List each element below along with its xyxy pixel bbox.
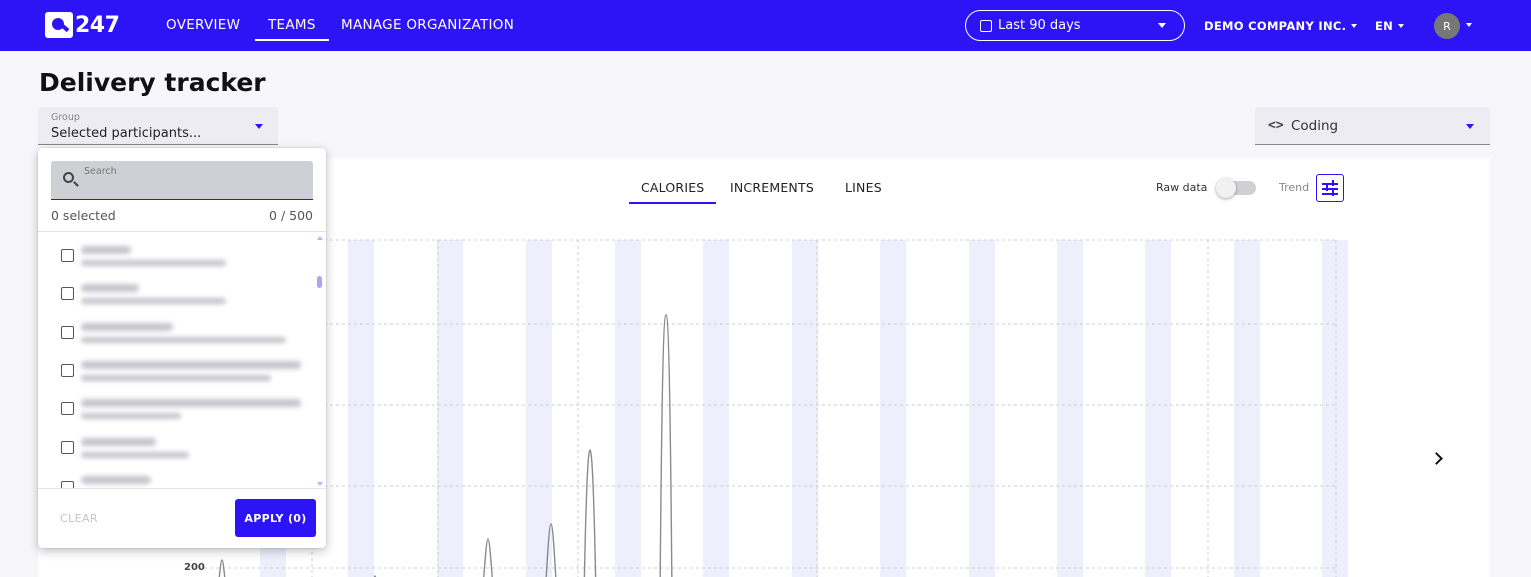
checkbox[interactable] <box>61 249 74 262</box>
weekend-bands <box>260 240 1348 577</box>
search-input[interactable]: Search <box>51 161 313 200</box>
list-item[interactable] <box>38 309 318 347</box>
date-range-label: Last 90 days <box>998 18 1081 33</box>
group-select[interactable]: Group Selected participants... <box>38 107 278 145</box>
scroll-thumb[interactable] <box>317 276 322 288</box>
weekend-band <box>1322 240 1348 577</box>
participant-email-redacted <box>81 375 271 381</box>
weekend-band <box>1057 240 1083 577</box>
list-item[interactable] <box>38 347 318 385</box>
y-tick-label: 200 <box>184 562 205 573</box>
list-item[interactable] <box>38 424 318 462</box>
nav-manage-organization[interactable]: MANAGE ORGANIZATION <box>341 17 514 33</box>
participant-name-redacted <box>81 438 156 446</box>
selected-count: 0 selected <box>51 208 116 223</box>
participant-email-redacted <box>81 298 226 304</box>
tab-lines[interactable]: LINES <box>845 180 882 195</box>
participant-email-redacted <box>81 260 226 266</box>
scrollbar[interactable] <box>317 236 323 486</box>
participant-name-redacted <box>81 476 151 484</box>
language-code: EN <box>1375 19 1394 33</box>
participant-list <box>38 232 326 488</box>
scroll-up-arrow-icon[interactable] <box>317 236 323 240</box>
participant-name-redacted <box>81 361 301 369</box>
checkbox[interactable] <box>61 481 74 488</box>
company-name: DEMO COMPANY INC. <box>1204 19 1347 33</box>
nav-overview[interactable]: OVERVIEW <box>166 17 240 33</box>
logo-q-icon <box>45 12 73 38</box>
clear-button[interactable]: CLEAR <box>60 512 98 525</box>
weekend-band <box>437 240 463 577</box>
nav-teams[interactable]: TEAMS <box>255 17 329 41</box>
chevron-down-icon <box>1398 23 1405 28</box>
weekend-band <box>1234 240 1260 577</box>
checkbox[interactable] <box>61 326 74 339</box>
participant-name-redacted <box>81 323 173 331</box>
weekend-band <box>615 240 641 577</box>
sliders-icon-knob <box>1332 180 1334 186</box>
weekend-band <box>1145 240 1171 577</box>
sliders-icon-knob <box>1332 190 1334 196</box>
group-dropdown-panel: Search 0 selected 0 / 500 CLEAR APPLY (0… <box>38 148 326 548</box>
sliders-icon-line <box>1322 188 1338 190</box>
checkbox[interactable] <box>61 364 74 377</box>
participant-name-redacted <box>81 284 139 292</box>
list-item[interactable] <box>38 464 318 488</box>
chevron-down-icon[interactable] <box>1466 23 1472 27</box>
weekend-band <box>526 240 552 577</box>
search-placeholder: Search <box>84 166 117 177</box>
list-item[interactable] <box>38 270 318 308</box>
app-logo[interactable]: 247 <box>45 12 120 38</box>
trend-label: Trend <box>1279 181 1310 194</box>
selected-total: 0 / 500 <box>269 208 313 223</box>
checkbox[interactable] <box>61 287 74 300</box>
group-select-value: Selected participants... <box>51 126 202 141</box>
list-item[interactable] <box>38 385 318 423</box>
chevron-down-icon <box>1351 23 1358 28</box>
company-selector[interactable]: DEMO COMPANY INC. <box>1204 19 1358 33</box>
code-icon: <> <box>1268 118 1284 133</box>
page-title: Delivery tracker <box>39 68 266 97</box>
participant-name-redacted <box>81 399 301 407</box>
raw-data-label: Raw data <box>1156 181 1208 194</box>
weekend-band <box>703 240 729 577</box>
sliders-icon-knob <box>1326 185 1328 191</box>
chevron-down-icon <box>1466 124 1474 129</box>
group-select-label: Group <box>51 112 80 123</box>
date-range-selector[interactable]: Last 90 days <box>965 10 1185 41</box>
calendar-icon <box>980 19 992 32</box>
sliders-icon <box>1322 183 1338 185</box>
weekend-band <box>880 240 906 577</box>
tab-increments[interactable]: INCREMENTS <box>730 180 814 195</box>
logo-text: 247 <box>75 12 120 38</box>
checkbox[interactable] <box>61 402 74 415</box>
weekend-band <box>792 240 818 577</box>
coding-select[interactable]: <> Coding <box>1255 107 1490 145</box>
divider <box>38 488 326 489</box>
coding-select-value: Coding <box>1291 118 1339 134</box>
top-nav-bar: 247 OVERVIEW TEAMS MANAGE ORGANIZATION L… <box>0 0 1531 51</box>
weekend-band <box>969 240 995 577</box>
list-item[interactable] <box>38 232 318 270</box>
avatar[interactable]: R <box>1434 13 1460 39</box>
apply-button[interactable]: APPLY (0) <box>235 499 316 537</box>
scroll-down-arrow-icon[interactable] <box>317 482 323 486</box>
tab-calories[interactable]: CALORIES <box>628 180 717 204</box>
weekend-band <box>348 240 374 577</box>
search-icon <box>63 172 74 183</box>
raw-trend-toggle[interactable] <box>1216 175 1258 201</box>
participant-email-redacted <box>81 413 181 419</box>
chevron-down-icon <box>1158 23 1166 28</box>
chart-settings-button[interactable] <box>1316 174 1344 202</box>
toggle-knob <box>1216 178 1236 198</box>
chevron-down-icon <box>255 124 263 129</box>
sliders-icon-line <box>1322 193 1338 195</box>
participant-email-redacted <box>81 337 286 343</box>
checkbox[interactable] <box>61 441 74 454</box>
participant-name-redacted <box>81 246 131 254</box>
language-selector[interactable]: EN <box>1375 19 1405 33</box>
participant-email-redacted <box>81 452 189 458</box>
